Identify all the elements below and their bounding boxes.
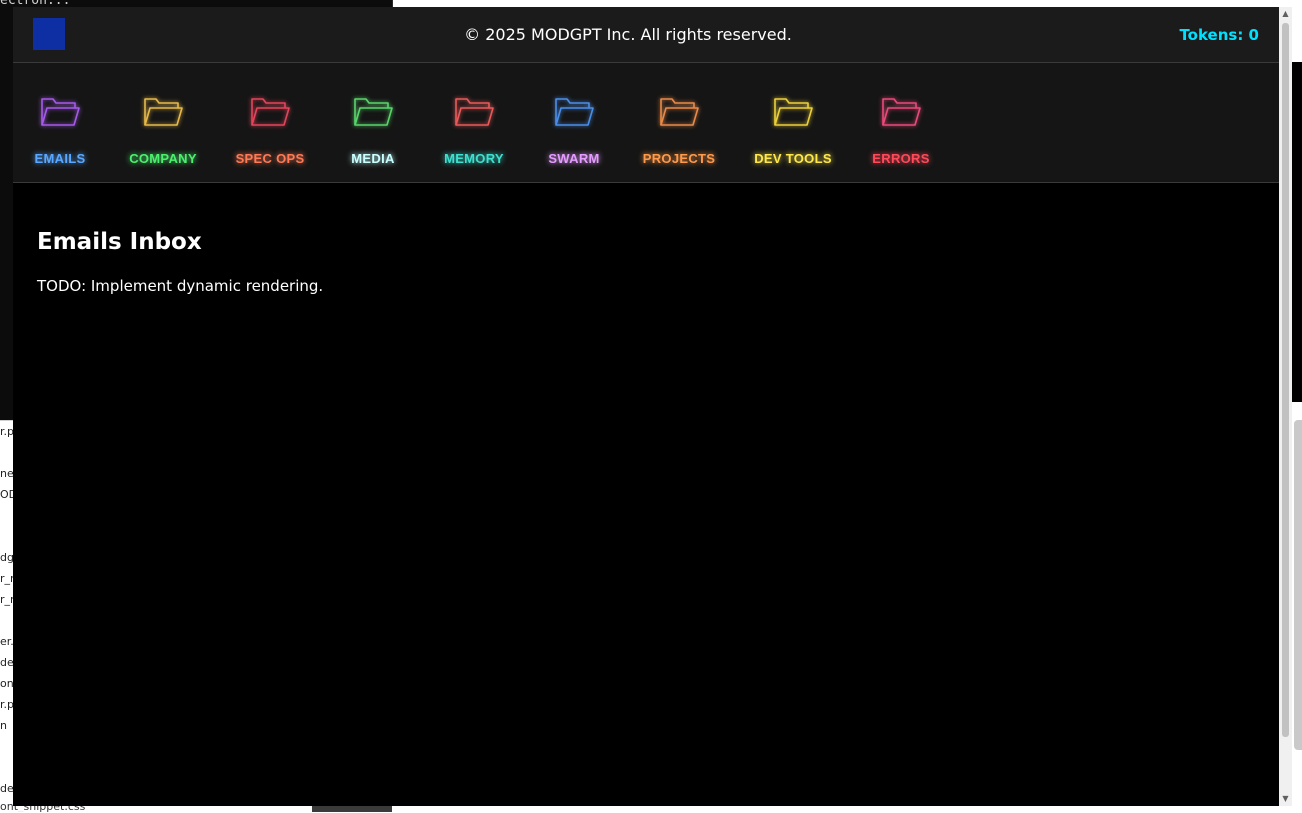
nav-label-dev-tools: DEV TOOLS [754, 151, 832, 166]
nav-label-emails: EMAILS [34, 151, 86, 166]
folder-icon [555, 98, 594, 126]
nav-item-swarm[interactable]: SWARM [539, 63, 609, 182]
list-item: r_n [0, 572, 14, 585]
scrollbar[interactable]: ▲ ▼ [1279, 7, 1292, 806]
app-header: © 2025 MODGPT Inc. All rights reserved. … [13, 7, 1279, 63]
list-item: dgr [0, 551, 14, 564]
scroll-up-arrow-icon[interactable]: ▲ [1279, 7, 1292, 21]
list-item: n [0, 719, 7, 732]
folder-icon [455, 98, 494, 126]
nav-label-media: MEDIA [351, 151, 395, 166]
nav-label-swarm: SWARM [548, 151, 600, 166]
nav-item-dev-tools[interactable]: DEV TOOLS [743, 63, 843, 182]
list-item: on. [0, 677, 14, 690]
nav-item-memory[interactable]: MEMORY [434, 63, 514, 182]
nav-label-company: COMPANY [129, 151, 197, 166]
nav-item-emails[interactable]: EMAILS [27, 63, 93, 182]
nav-item-errors[interactable]: ERRORS [861, 63, 941, 182]
list-item: de [0, 782, 14, 795]
folder-icon [251, 98, 290, 126]
nav-item-media[interactable]: MEDIA [338, 63, 408, 182]
scroll-down-arrow-icon[interactable]: ▼ [1279, 792, 1292, 806]
list-item: r.p [0, 425, 14, 438]
nav-label-memory: MEMORY [444, 151, 504, 166]
scroll-thumb[interactable] [1282, 23, 1289, 737]
list-item: r.p [0, 698, 14, 711]
background-right-image [1294, 420, 1302, 750]
folder-icon [774, 98, 813, 126]
list-item: OD [0, 488, 14, 501]
folder-nav: EMAILS COMPANY SPEC OPS MEDIA MEMORY SWA… [13, 63, 1279, 183]
folder-icon [41, 98, 80, 126]
main-content: Emails Inbox TODO: Implement dynamic ren… [37, 229, 323, 295]
folder-icon [882, 98, 921, 126]
list-item: er.p [0, 635, 14, 648]
app-window: © 2025 MODGPT Inc. All rights reserved. … [13, 7, 1292, 806]
folder-icon [354, 98, 393, 126]
list-item: ne. [0, 467, 14, 480]
page-title: Emails Inbox [37, 229, 202, 255]
list-item: r_n [0, 593, 14, 606]
nav-item-spec-ops[interactable]: SPEC OPS [230, 63, 310, 182]
copyright-text: © 2025 MODGPT Inc. All rights reserved. [464, 25, 792, 44]
nav-label-projects: PROJECTS [642, 151, 716, 166]
nav-label-spec-ops: SPEC OPS [235, 151, 305, 166]
nav-item-company[interactable]: COMPANY [123, 63, 203, 182]
tokens-counter: Tokens: 0 [1179, 26, 1259, 44]
background-file-list: r.p ne. OD dgr r_n r_n er.p de on. r.p n… [0, 420, 14, 813]
nav-label-errors: ERRORS [872, 151, 930, 166]
folder-icon [144, 98, 183, 126]
folder-icon [660, 98, 699, 126]
placeholder-text: TODO: Implement dynamic rendering. [37, 277, 324, 295]
background-right-dark [1292, 62, 1302, 402]
list-item: de [0, 656, 14, 669]
nav-item-projects[interactable]: PROJECTS [634, 63, 724, 182]
